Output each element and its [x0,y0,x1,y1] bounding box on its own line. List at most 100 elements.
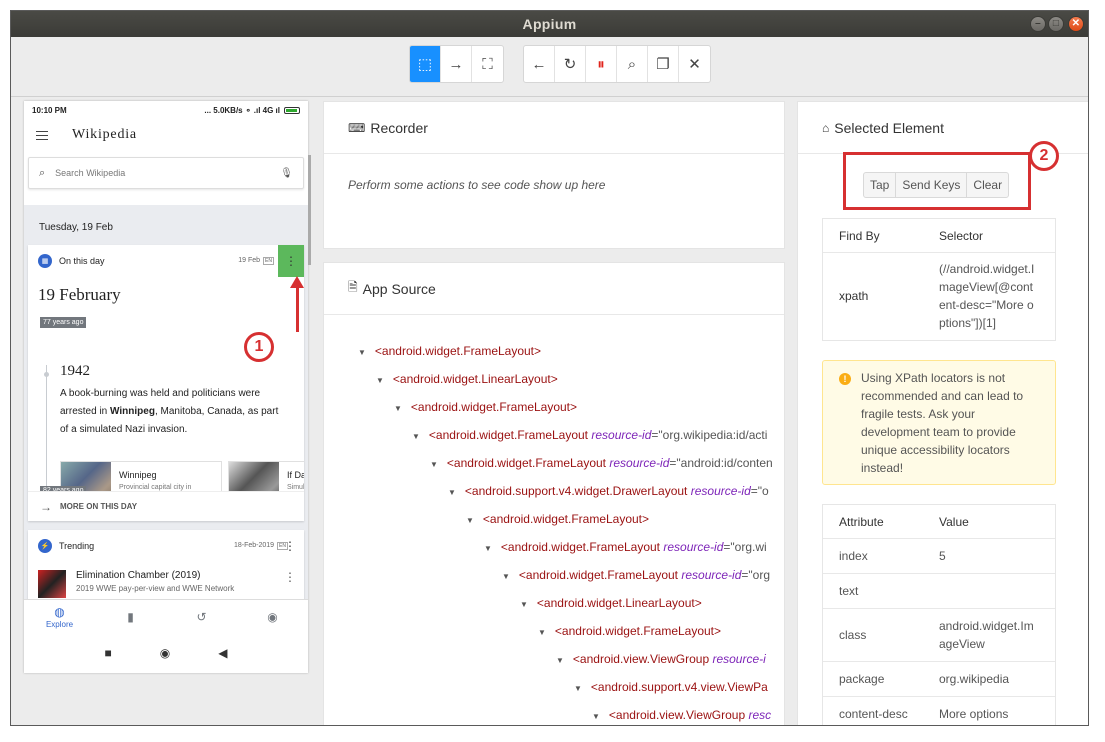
select-elements-button[interactable]: ⬚ [410,46,441,82]
globe-icon: ◍ [54,604,65,619]
search-icon: ⌕ [627,55,637,73]
trending-card[interactable]: ⚡ Trending 18-Feb-2019 EN ⋮ Elimination C… [28,530,304,603]
card-label: On this day [59,256,105,266]
source-tree-node[interactable]: ▼ <android.widget.LinearLayout> [324,589,784,617]
search-placeholder: Search Wikipedia [55,168,126,178]
status-time: 10:10 PM [32,105,67,115]
close-icon[interactable]: ✕ [1068,16,1084,32]
back-icon[interactable]: ◀ [218,646,227,660]
microphone-icon[interactable]: 🎙 [280,168,293,179]
source-tree-node[interactable]: ▼ <android.widget.FrameLayout resource-id… [324,421,784,449]
search-button[interactable]: ⌕ [617,46,648,82]
copy-xml-button[interactable]: ❐ [648,46,679,82]
source-tree-node[interactable]: ▼ <android.widget.FrameLayout> [324,617,784,645]
expand-caret-icon[interactable]: ▼ [520,600,528,609]
calendar-icon: ▦ [38,254,52,268]
annotation-number-2: 2 [1029,141,1059,171]
attribute-row: content-desc More options [823,697,1055,725]
source-tree: ▼ <android.widget.FrameLayout> ▼ <android.w… [324,315,784,725]
more-options-icon[interactable]: ⋮ [278,245,304,277]
source-tree-node[interactable]: ▼ <android.view.ViewGroup resc [324,701,784,725]
expand-caret-icon[interactable]: ▼ [502,572,510,581]
expand-caret-icon[interactable]: ▼ [448,488,456,497]
wiki-search-box[interactable]: ⌕ Search Wikipedia 🎙 [28,157,304,189]
on-this-day-card[interactable]: ▦ On this day 19 Feb EN ⋮ 19 February 77 … [28,245,304,521]
history-icon: ↺ [196,609,207,624]
card-date: 19 Feb [238,257,261,264]
source-tree-node[interactable]: ▼ <android.widget.FrameLayout resource-id… [324,449,784,477]
nav-nearby[interactable]: ◉ [237,600,308,633]
recents-icon[interactable]: ■ [105,646,112,660]
event-description: A book-burning was held and politicians … [60,388,279,435]
source-tree-node[interactable]: ▼ <android.widget.FrameLayout> [324,337,784,365]
expand-caret-icon[interactable]: ▼ [556,656,564,665]
lang-badge: EN [263,257,274,265]
warning-icon: ! [839,373,851,385]
device-screenshot[interactable]: 10:10 PM ... 5.0KB/s ⚬ .ıl 4G ıl Wikiped… [24,101,308,673]
expand-caret-icon[interactable]: ▼ [538,628,546,637]
expand-caret-icon[interactable]: ▼ [430,460,438,469]
on-this-day-date: 19 February [38,285,121,304]
trending-icon: ⚡ [38,539,52,553]
menu-icon[interactable] [36,130,48,140]
expand-caret-icon[interactable]: ▼ [358,348,366,357]
refresh-button[interactable]: ↻ [555,46,586,82]
home-icon[interactable]: ◉ [160,646,170,660]
wikipedia-logo: Wikipedia [72,127,137,142]
expand-caret-icon[interactable]: ▼ [466,516,474,525]
source-tree-node[interactable]: ▼ <android.widget.FrameLayout> [324,393,784,421]
swipe-icon: → [448,55,464,73]
tag-icon: ⌂ [822,120,830,135]
swipe-button[interactable]: → [441,46,472,82]
source-tree-node[interactable]: ▼ <android.widget.FrameLayout resource-id… [324,561,784,589]
selector-value[interactable]: (//android.widget.ImageView[@content-des… [939,260,1039,332]
source-tree-node[interactable]: ▼ <android.support.v4.widget.DrawerLayout… [324,477,784,505]
years-ago-badge: 77 years ago [40,317,87,328]
source-tree-node[interactable]: ▼ <android.support.v4.view.ViewPa [324,673,784,701]
source-tree-node[interactable]: ▼ <android.view.ViewGroup resource-i [324,645,784,673]
mode-button-group: ⬚ → ⛶ [409,45,504,83]
selected-element-title: Selected Element [834,119,944,136]
source-tree-node[interactable]: ▼ <android.widget.LinearLayout> [324,365,784,393]
expand-caret-icon[interactable]: ▼ [394,404,402,413]
copy-xml-icon: ❐ [656,56,670,73]
expand-caret-icon[interactable]: ▼ [592,712,600,721]
attributes-table: Attribute Value index 5 text class android.wi… [822,504,1056,725]
screenshot-scrollbar[interactable] [308,155,311,265]
nav-reading-lists[interactable]: ▮ [95,600,166,633]
back-button[interactable]: ← [524,46,555,82]
bookmark-icon: ▮ [127,609,134,624]
expand-caret-icon[interactable]: ▼ [412,432,420,441]
minimize-icon[interactable]: – [1030,16,1046,32]
more-on-this-day-link[interactable]: → MORE ON THIS DAY [28,491,304,521]
pause-recording-button[interactable]: ⏸ [586,46,617,82]
card-label: Trending [59,541,95,551]
find-by-value: xpath [839,289,869,303]
expand-caret-icon[interactable]: ▼ [376,376,384,385]
pause-recording-icon: ⏸ [597,55,605,73]
event-year: 1942 [60,363,90,379]
trending-item[interactable]: Elimination Chamber (2019) 2019 WWE pay-p… [28,562,304,603]
compass-icon: ◉ [267,609,278,624]
nav-explore[interactable]: ◍ Explore [24,600,95,633]
quit-session-icon: ✕ [688,56,701,73]
window-title: Appium [522,16,577,32]
action-button-group: ← ↻ ⏸ ⌕ ❐ ✕ [523,45,711,83]
expand-caret-icon[interactable]: ▼ [574,684,582,693]
recorder-panel: ⌨ Recorder Perform some actions to see co… [323,101,785,249]
tap-coordinates-button[interactable]: ⛶ [472,46,503,82]
quit-session-button[interactable]: ✕ [679,46,710,82]
bottom-navigation: ◍ Explore ▮ ↺ ◉ [24,599,308,633]
app-source-title: App Source [362,280,436,297]
source-tree-node[interactable]: ▼ <android.widget.FrameLayout> [324,505,784,533]
maximize-icon[interactable]: □ [1048,16,1064,32]
source-tree-node[interactable]: ▼ <android.widget.FrameLayout resource-id… [324,533,784,561]
nav-history[interactable]: ↺ [166,600,237,633]
explore-feed: Tuesday, 19 Feb ▦ On this day 19 Feb EN ⋮… [24,205,308,603]
expand-caret-icon[interactable]: ▼ [484,544,492,553]
title-bar: Appium – □ ✕ [11,11,1088,37]
more-options-icon[interactable]: ⋮ [284,539,296,553]
system-navigation-bar: ■ ◉ ◀ [24,633,308,673]
search-icon: ⌕ [39,166,46,179]
more-options-icon[interactable]: ⋮ [284,570,296,584]
